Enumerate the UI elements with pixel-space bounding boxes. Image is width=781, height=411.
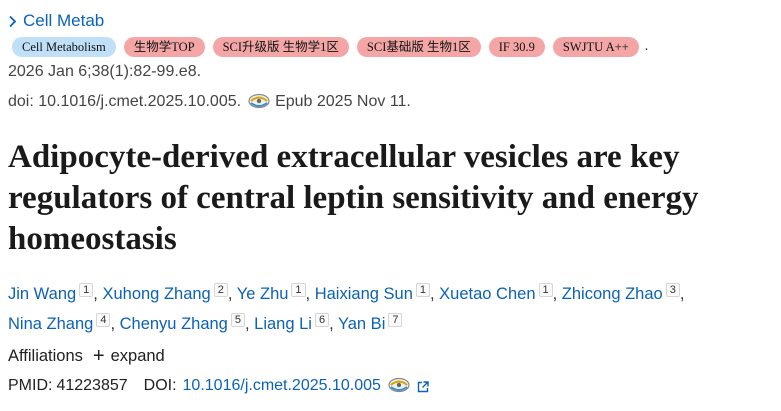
crossmark-icon[interactable]: [387, 377, 411, 395]
plus-icon[interactable]: +: [93, 345, 105, 368]
author-xuetao-chen[interactable]: Xuetao Chen 1: [439, 283, 553, 303]
affiliation-ref[interactable]: 5: [230, 313, 245, 327]
badge-swjtu[interactable]: SWJTU A++: [552, 37, 639, 57]
expand-button[interactable]: expand: [111, 347, 165, 366]
badge-impact-factor[interactable]: IF 30.9: [488, 37, 545, 57]
affiliation-ref[interactable]: 1: [291, 283, 306, 297]
badge-top[interactable]: 生物学TOP: [123, 37, 205, 57]
badge-sci-upgrade[interactable]: SCI升级版 生物学1区: [212, 37, 349, 57]
citation-doi: doi: 10.1016/j.cmet.2025.10.005.: [8, 93, 242, 110]
author-list: Jin Wang 1, Xuhong Zhang 2, Ye Zhu 1, Haixi…: [8, 283, 685, 333]
pmid-value: 41223857: [56, 377, 128, 394]
badge-journal[interactable]: Cell Metabolism: [12, 37, 116, 57]
author-xuhong-zhang[interactable]: Xuhong Zhang 2: [102, 283, 228, 303]
affiliation-ref[interactable]: 2: [213, 283, 228, 297]
affiliation-ref[interactable]: 7: [388, 313, 403, 327]
external-link-icon[interactable]: [417, 380, 429, 393]
author-zhicong-zhao[interactable]: Zhicong Zhao 3: [562, 283, 680, 303]
journal-link[interactable]: Cell Metab: [8, 11, 104, 31]
author-nina-zhang[interactable]: Nina Zhang 4: [8, 313, 111, 333]
doi-label: DOI:: [143, 377, 177, 394]
article-title: Adipocyte-derived extracellular vesicles…: [8, 139, 699, 257]
affiliation-ref[interactable]: 1: [79, 283, 94, 297]
affiliations-label: Affiliations: [8, 347, 83, 365]
chevron-right-icon: [9, 15, 17, 27]
badge-trailing-dot: .: [644, 39, 649, 54]
citation-doi-line: doi: 10.1016/j.cmet.2025.10.005. Epub 20…: [8, 93, 411, 111]
author-jin-wang[interactable]: Jin Wang 1: [8, 283, 94, 303]
affiliation-ref[interactable]: 3: [665, 283, 680, 297]
journal-badges: Cell Metabolism 生物学TOP SCI升级版 生物学1区 SCI基…: [12, 37, 648, 57]
citation-epub: Epub 2025 Nov 11.: [275, 93, 411, 110]
badge-sci-basic[interactable]: SCI基础版 生物1区: [356, 37, 481, 57]
author-chenyu-zhang[interactable]: Chenyu Zhang 5: [120, 313, 245, 333]
affiliation-ref[interactable]: 4: [96, 313, 111, 327]
author-liang-li[interactable]: Liang Li 6: [254, 313, 330, 333]
identifiers: PMID: 41223857 DOI: 10.1016/j.cmet.2025.…: [8, 377, 429, 395]
pmid-label: PMID:: [8, 377, 53, 394]
affiliation-ref[interactable]: 1: [415, 283, 430, 297]
author-haixiang-sun[interactable]: Haixiang Sun 1: [315, 283, 430, 303]
crossmark-icon[interactable]: [247, 93, 271, 111]
journal-name: Cell Metab: [23, 11, 105, 30]
doi-link[interactable]: 10.1016/j.cmet.2025.10.005: [183, 377, 381, 395]
affiliations-toggle: Affiliations + expand: [8, 345, 165, 368]
citation-date-volume: 2026 Jan 6;38(1):82-99.e8.: [8, 63, 202, 80]
affiliation-ref[interactable]: 6: [314, 313, 330, 327]
affiliation-ref[interactable]: 1: [538, 283, 553, 297]
author-yan-bi[interactable]: Yan Bi 7: [338, 313, 403, 333]
author-ye-zhu[interactable]: Ye Zhu 1: [237, 283, 306, 303]
